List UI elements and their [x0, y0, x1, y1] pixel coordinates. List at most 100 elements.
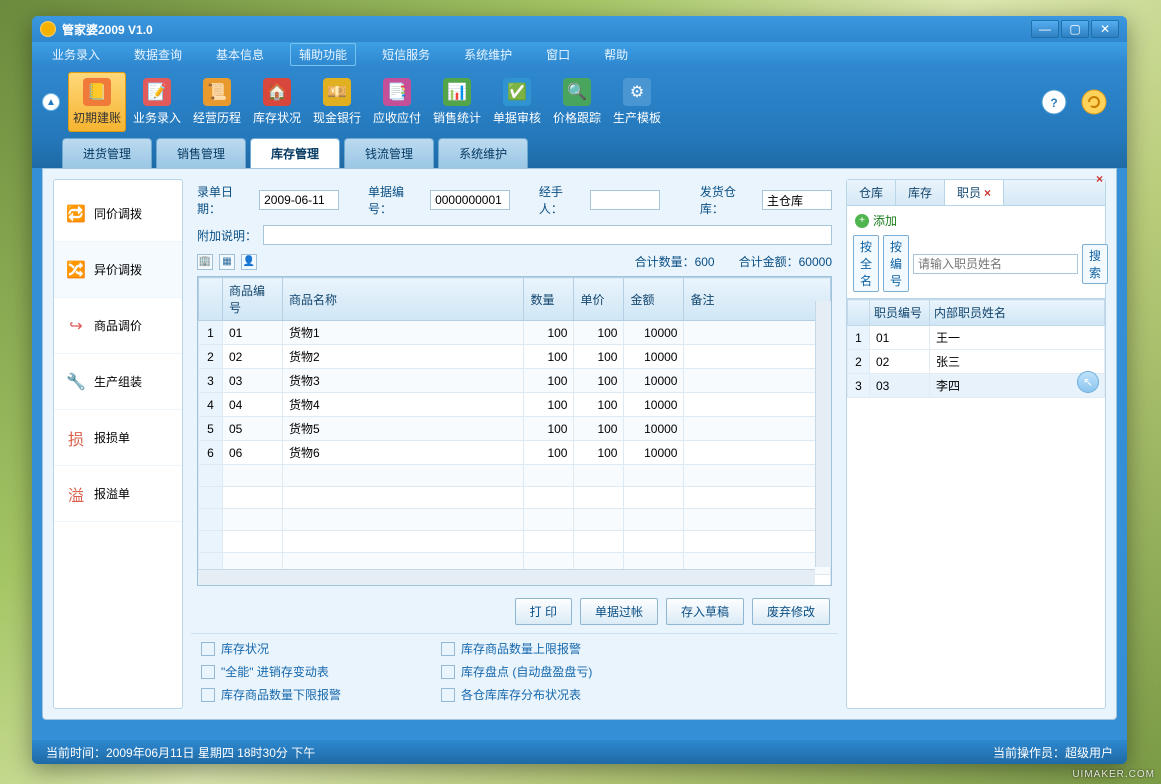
rgrid-col[interactable]: 职员编号 [870, 300, 930, 326]
svg-text:?: ? [1050, 96, 1057, 110]
close-button[interactable]: ✕ [1091, 20, 1119, 38]
right-row[interactable]: 101王一 [848, 326, 1105, 350]
table-row-empty[interactable] [199, 487, 831, 509]
toolbar-btn-7[interactable]: ✅单据审核 [488, 72, 546, 132]
side-item-3[interactable]: 🔧生产组装 [54, 354, 182, 410]
table-row[interactable]: 404货物410010010000 [199, 393, 831, 417]
right-tab-0[interactable]: 仓库 [847, 180, 896, 205]
main-tab-4[interactable]: 系统维护 [438, 138, 528, 168]
toolbar-btn-4[interactable]: 💴现金银行 [308, 72, 366, 132]
table-row[interactable]: 101货物110010010000 [199, 321, 831, 345]
right-panel: 仓库库存职员 × × + 添加 按全名 按编号 搜索 职员编号内部职员姓名101… [846, 179, 1106, 709]
table-row[interactable]: 202货物210010010000 [199, 345, 831, 369]
note-input[interactable] [263, 225, 832, 245]
main-tab-3[interactable]: 钱流管理 [344, 138, 434, 168]
menu-item-2[interactable]: 基本信息 [208, 44, 272, 65]
menu-item-4[interactable]: 短信服务 [374, 44, 438, 65]
link-icon [441, 688, 455, 702]
collapse-toolbar-icon[interactable]: ▲ [42, 93, 60, 111]
post-button[interactable]: 单据过帐 [580, 598, 658, 625]
link-2[interactable]: "全能" 进销存变动表 [201, 663, 391, 680]
refresh-icon[interactable] [1079, 87, 1109, 117]
table-row-empty[interactable] [199, 465, 831, 487]
search-input[interactable] [913, 254, 1078, 274]
table-row[interactable]: 606货物610010010000 [199, 441, 831, 465]
filter-by-name[interactable]: 按全名 [853, 235, 879, 292]
toolbar-btn-2[interactable]: 📜经营历程 [188, 72, 246, 132]
link-1[interactable]: 库存商品数量上限报警 [441, 640, 631, 657]
toolbar-btn-3[interactable]: 🏠库存状况 [248, 72, 306, 132]
side-icon-2: ↪ [66, 316, 86, 336]
toolbar-btn-5[interactable]: 📑应收应付 [368, 72, 426, 132]
minimize-button[interactable]: — [1031, 20, 1059, 38]
link-3[interactable]: 库存盘点 (自动盘盈盘亏) [441, 663, 631, 680]
right-row[interactable]: 202张三 [848, 350, 1105, 374]
side-item-5[interactable]: 溢报溢单 [54, 466, 182, 522]
help-icon[interactable]: ? [1039, 87, 1069, 117]
link-0[interactable]: 库存状况 [201, 640, 391, 657]
right-grid[interactable]: 职员编号内部职员姓名101王一202张三303李四 ↖ [847, 298, 1105, 708]
toolbar-btn-9[interactable]: ⚙生产模板 [608, 72, 666, 132]
menu-item-7[interactable]: 帮助 [596, 44, 636, 65]
menu-item-5[interactable]: 系统维护 [456, 44, 520, 65]
menu-item-3[interactable]: 辅助功能 [290, 43, 356, 66]
table-row[interactable]: 505货物510010010000 [199, 417, 831, 441]
right-panel-close-icon[interactable]: × [1096, 172, 1103, 186]
right-tab-1[interactable]: 库存 [896, 180, 945, 205]
search-button[interactable]: 搜索 [1082, 244, 1108, 284]
date-input[interactable] [259, 190, 339, 210]
toolbar-btn-1[interactable]: 📝业务录入 [128, 72, 186, 132]
grid-col[interactable]: 商品名称 [283, 278, 524, 321]
side-item-1[interactable]: 🔀异价调拨 [54, 242, 182, 298]
main-tab-2[interactable]: 库存管理 [250, 138, 340, 168]
maximize-button[interactable]: ▢ [1061, 20, 1089, 38]
tab-close-icon[interactable]: × [984, 186, 991, 200]
toolbar-btn-6[interactable]: 📊销售统计 [428, 72, 486, 132]
toolbar-icon-3: 🏠 [263, 78, 291, 106]
draft-button[interactable]: 存入草稿 [666, 598, 744, 625]
main-grid[interactable]: 商品编号商品名称数量单价金额备注101货物110010010000202货物21… [197, 276, 832, 586]
main-tab-0[interactable]: 进货管理 [62, 138, 152, 168]
mini-icon-3[interactable]: 👤 [241, 254, 257, 270]
menu-item-0[interactable]: 业务录入 [44, 44, 108, 65]
grid-col[interactable]: 备注 [684, 278, 831, 321]
link-5[interactable]: 各仓库库存分布状况表 [441, 686, 631, 703]
toolbar: ▲ 📒初期建账📝业务录入📜经营历程🏠库存状况💴现金银行📑应收应付📊销售统计✅单据… [32, 66, 1127, 138]
grid-col[interactable] [199, 278, 223, 321]
rgrid-col[interactable]: 内部职员姓名 [930, 300, 1105, 326]
side-item-4[interactable]: 损报损单 [54, 410, 182, 466]
table-row-empty[interactable] [199, 531, 831, 553]
grid-col[interactable]: 商品编号 [223, 278, 283, 321]
side-icon-4: 损 [66, 428, 86, 448]
mini-icon-2[interactable]: ▦ [219, 254, 235, 270]
discard-button[interactable]: 废弃修改 [752, 598, 830, 625]
rgrid-col[interactable] [848, 300, 870, 326]
grid-col[interactable]: 单价 [574, 278, 624, 321]
mini-icon-1[interactable]: 🏢 [197, 254, 213, 270]
filter-by-code[interactable]: 按编号 [883, 235, 909, 292]
toolbar-btn-8[interactable]: 🔍价格跟踪 [548, 72, 606, 132]
handler-input[interactable] [590, 190, 660, 210]
table-row-empty[interactable] [199, 509, 831, 531]
toolbar-btn-0[interactable]: 📒初期建账 [68, 72, 126, 132]
grid-scroll-horizontal[interactable] [198, 569, 815, 585]
menu-item-1[interactable]: 数据查询 [126, 44, 190, 65]
docno-input[interactable] [430, 190, 510, 210]
side-item-2[interactable]: ↪商品调价 [54, 298, 182, 354]
grid-col[interactable]: 金额 [624, 278, 684, 321]
grid-scroll-vertical[interactable] [815, 301, 831, 567]
link-4[interactable]: 库存商品数量下限报警 [201, 686, 391, 703]
status-left: 当前时间：2009年06月11日 星期四 18时30分 下午 [46, 744, 315, 761]
main-tab-1[interactable]: 销售管理 [156, 138, 246, 168]
arrow-badge-icon[interactable]: ↖ [1077, 371, 1099, 393]
warehouse-input[interactable] [762, 190, 832, 210]
table-row[interactable]: 303货物310010010000 [199, 369, 831, 393]
menu-item-6[interactable]: 窗口 [538, 44, 578, 65]
right-tab-2[interactable]: 职员 × [945, 180, 1004, 205]
side-item-0[interactable]: 🔁同价调拨 [54, 186, 182, 242]
print-button[interactable]: 打 印 [515, 598, 572, 625]
right-row[interactable]: 303李四 [848, 374, 1105, 398]
grid-col[interactable]: 数量 [524, 278, 574, 321]
add-button[interactable]: + 添加 [847, 206, 1105, 235]
side-icon-3: 🔧 [66, 372, 86, 392]
